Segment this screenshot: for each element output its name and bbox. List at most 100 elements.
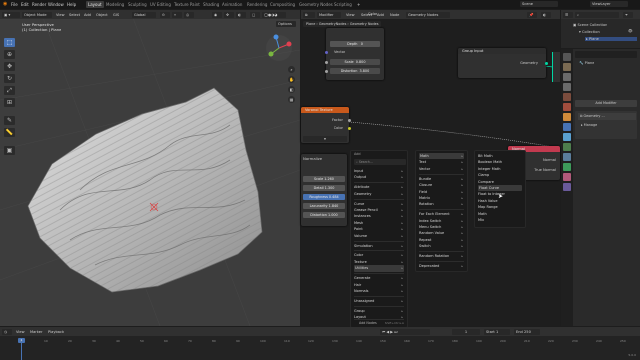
menu-item-simulation[interactable]: Simulation ▸ [354,243,404,249]
outliner-search-icon[interactable]: ⌕ [575,11,619,18]
viewport-menu-add[interactable]: Add [84,12,91,18]
measure-icon[interactable]: 📏 [4,128,15,137]
menu-item-deprecated[interactable]: Deprecated ▸ [419,263,464,269]
overlay-toggle-icon[interactable]: ◐ [541,11,551,18]
menu-item-rotation[interactable]: Rotation ▸ [419,201,464,207]
outliner-filter-icon[interactable]: ⏷ [623,11,633,18]
texture-tab-icon[interactable] [563,183,571,191]
tab-geometry-nodes[interactable]: Geometry Nodes [297,1,335,8]
voronoi-params-node[interactable]: Normalize Scale 1.260 Detail 1.300 Rough… [301,154,347,226]
tab-rendering[interactable]: Rendering [245,1,269,8]
tool-tab-icon[interactable] [563,53,571,61]
options-dropdown[interactable]: Options [276,21,296,27]
physics-tab-icon[interactable] [563,143,571,151]
blender-logo-icon[interactable]: ◉ [3,1,7,8]
breadcrumb-object[interactable]: Plane [306,22,315,26]
ne-menu-add[interactable]: Add [377,12,384,18]
pin-icon[interactable]: 📌 [527,11,537,18]
constraints-tab-icon[interactable] [563,153,571,161]
color-socket[interactable] [347,127,351,130]
pivot-icon[interactable]: ⊙ [160,11,170,18]
menu-item-vector[interactable]: Vector ▸ [419,166,464,172]
viewport-menu-gis[interactable]: GIS [113,12,119,18]
menu-item-random-rotation[interactable]: Random Rotation ▸ [419,253,464,259]
add-workspace-icon[interactable]: + [357,1,360,8]
editor-type-icon[interactable]: ▣ ▾ [2,11,20,18]
viewport-menu-view[interactable]: View [56,12,65,18]
pan-icon[interactable]: ✋ [288,76,295,83]
menu-edit[interactable]: Edit [21,1,29,8]
geometry-output-socket[interactable] [544,62,548,65]
voronoi-lacunarity-field[interactable]: Lacunarity 1.840 [303,203,345,209]
view-layer-tab-icon[interactable] [563,83,571,91]
menu-item-unassigned[interactable]: Unassigned ▸ [354,298,404,304]
annotate-icon[interactable]: ✎ [4,116,15,125]
visibility-eye-icon[interactable]: 👁 [628,29,633,33]
add-menu-search[interactable]: ⌕ Search... [354,159,406,165]
data-tab-icon[interactable] [563,163,571,171]
depth-field[interactable]: Depth 0 [330,41,380,47]
node-editor-type-icon[interactable]: ⧉ [303,11,315,18]
timeline-menu-playback[interactable]: Playback [48,329,64,335]
menu-item-normals[interactable]: Normals ▸ [354,288,404,294]
add-modifier-button[interactable]: Add Modifier [575,100,637,107]
navigation-gizmo[interactable] [264,33,294,63]
timeline-type-icon[interactable]: ◷ [2,328,12,335]
voronoi-scale-field[interactable]: Scale 1.260 [303,176,345,182]
snap-icon[interactable]: ⌖ [172,11,182,18]
menu-item-geometry[interactable]: Geometry ▸ [354,191,404,197]
scene-selector[interactable]: Scene [520,1,558,7]
distortion-socket[interactable] [324,69,328,73]
shading-mode-icons[interactable]: ◯●◑◕ [262,11,286,18]
xray-icon[interactable]: ▢ [250,11,260,18]
overlay-icon[interactable]: ◐ [236,11,246,18]
node-tree-selector[interactable]: Geometry Nodes [406,11,450,18]
menu-item-mix[interactable]: Mix [478,217,522,223]
group-output-node[interactable] [552,52,560,82]
modifier-name-field[interactable]: ⧉ Geometry ... [578,113,636,120]
tab-animation[interactable]: Animation [220,1,244,8]
properties-search-icon[interactable] [575,51,637,58]
scene-tab-icon[interactable] [563,93,571,101]
move-icon[interactable]: ✥ [4,62,15,71]
viewport-menu-object[interactable]: Object [96,12,108,18]
breadcrumb-tree[interactable]: Geometry Nodes [350,22,379,26]
world-tab-icon[interactable] [563,103,571,111]
menu-item-switch[interactable]: Switch ▸ [419,243,464,249]
texture-node[interactable]: Voronoi Texture Factor Color ▾ [301,107,351,143]
camera-icon[interactable]: ◧ [288,86,295,93]
proportional-edit-icon[interactable]: ◎ [184,11,194,18]
render-tab-icon[interactable] [563,63,571,71]
outliner-item-collection[interactable]: ▾ Collection [579,30,600,34]
group-input-node[interactable]: Group Input Geometry [458,48,548,78]
timeline-menu-view[interactable]: View [16,329,25,335]
tab-sculpting[interactable]: Sculpting [126,1,149,8]
playback-controls[interactable]: ⏮ ◀ ▶ ⏭ [380,328,430,335]
material-tab-icon[interactable] [563,173,571,181]
current-frame-field[interactable]: 1 [452,328,480,335]
output-tab-icon[interactable] [563,73,571,81]
outliner-item-plane[interactable]: ▸ Plane [585,37,637,41]
3d-viewport[interactable] [0,10,300,326]
menu-window[interactable]: Window [48,1,64,8]
timeline-menu-marker[interactable]: Marker [30,329,42,335]
outliner-type-icon[interactable]: ☰ [563,11,573,18]
tab-texture-paint[interactable]: Texture Paint [172,1,202,8]
viewport-menu-select[interactable]: Select [69,12,80,18]
visibility-icon[interactable]: ◉ [212,11,222,18]
menu-item-output[interactable]: Output ▸ [354,174,404,180]
select-box-icon[interactable]: ⬚ [4,38,15,47]
manage-panel-toggle[interactable]: ▸ Manage [581,123,597,127]
view-layer-selector[interactable]: ViewLayer [590,1,628,7]
modifier-tab-icon[interactable] [563,123,571,131]
voronoi-distortion-field[interactable]: Distortion 1.000 [303,212,345,218]
menu-render[interactable]: Render [32,1,46,8]
particles-tab-icon[interactable] [563,133,571,141]
ne-menu-node[interactable]: Node [390,12,399,18]
menu-file[interactable]: File [11,1,18,8]
add-cube-icon[interactable]: ▣ [4,146,15,155]
distortion-field[interactable]: Distortion 3.800 [330,68,380,74]
grid-icon[interactable]: ▦ [288,96,295,103]
start-frame-field[interactable]: Start 1 [484,328,510,335]
ne-menu-view[interactable]: View [346,12,355,18]
